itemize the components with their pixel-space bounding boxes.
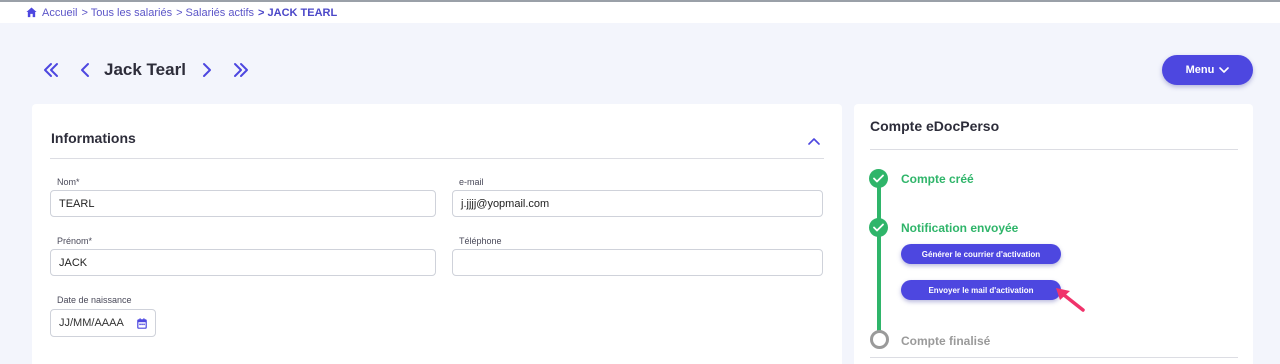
step-notification-label: Notification envoyée — [901, 221, 1019, 235]
step-compte-cree-indicator — [869, 169, 888, 188]
breadcrumb-home[interactable]: Accueil — [42, 7, 77, 19]
last-employee-button[interactable] — [230, 59, 252, 81]
check-icon — [873, 223, 884, 232]
prenom-label: Prénom* — [57, 236, 93, 246]
previous-employee-button[interactable] — [74, 59, 96, 81]
check-icon — [873, 174, 884, 183]
step-compte-finalise-indicator — [870, 330, 889, 349]
timeline-line — [877, 178, 881, 338]
breadcrumb-current: > JACK TEARL — [258, 6, 338, 19]
generer-courrier-button[interactable]: Générer le courrier d'activation — [901, 244, 1061, 264]
step-compte-finalise-label: Compte finalisé — [901, 334, 991, 348]
chevron-down-icon — [1219, 67, 1230, 73]
email-input[interactable]: j.jjjj@yopmail.com — [452, 190, 823, 217]
date-naissance-label: Date de naissance — [57, 295, 132, 305]
email-label: e-mail — [459, 177, 484, 187]
step-compte-cree-label: Compte créé — [901, 172, 974, 186]
double-chevron-left-icon — [44, 63, 58, 77]
breadcrumb-active-employees[interactable]: > Salariés actifs — [176, 7, 254, 19]
envoyer-mail-button[interactable]: Envoyer le mail d'activation — [901, 280, 1061, 300]
employee-name: Jack Tearl — [104, 60, 186, 79]
date-placeholder: JJ/MM/AAAA — [59, 317, 124, 329]
telephone-input[interactable] — [452, 249, 823, 276]
breadcrumb-all-employees[interactable]: > Tous les salariés — [81, 7, 172, 19]
next-employee-button[interactable] — [196, 59, 218, 81]
compte-bottom-divider — [870, 357, 1238, 358]
nom-label: Nom* — [57, 177, 80, 187]
breadcrumb: Accueil > Tous les salariés > Salariés a… — [0, 2, 1280, 23]
menu-label: Menu — [1185, 64, 1215, 76]
collapse-chevron-up-icon[interactable] — [808, 137, 820, 145]
compte-divider — [870, 149, 1238, 150]
chevron-left-icon — [81, 63, 89, 77]
date-naissance-input[interactable]: JJ/MM/AAAA — [50, 309, 156, 337]
cursor-arrow-icon — [1056, 288, 1085, 312]
informations-title: Informations — [51, 130, 136, 146]
first-employee-button[interactable] — [40, 59, 62, 81]
menu-button[interactable]: Menu — [1162, 55, 1253, 85]
calendar-icon[interactable] — [137, 318, 147, 329]
compte-title: Compte eDocPerso — [870, 118, 1000, 134]
telephone-label: Téléphone — [459, 236, 502, 246]
informations-divider — [50, 158, 824, 159]
employee-navigation: Jack Tearl — [40, 58, 252, 82]
step-notification-indicator — [869, 218, 888, 237]
home-icon[interactable] — [26, 7, 37, 18]
double-chevron-right-icon — [233, 63, 248, 77]
prenom-input[interactable]: JACK — [50, 249, 436, 276]
nom-input[interactable]: TEARL — [50, 190, 436, 217]
chevron-right-icon — [202, 63, 211, 77]
